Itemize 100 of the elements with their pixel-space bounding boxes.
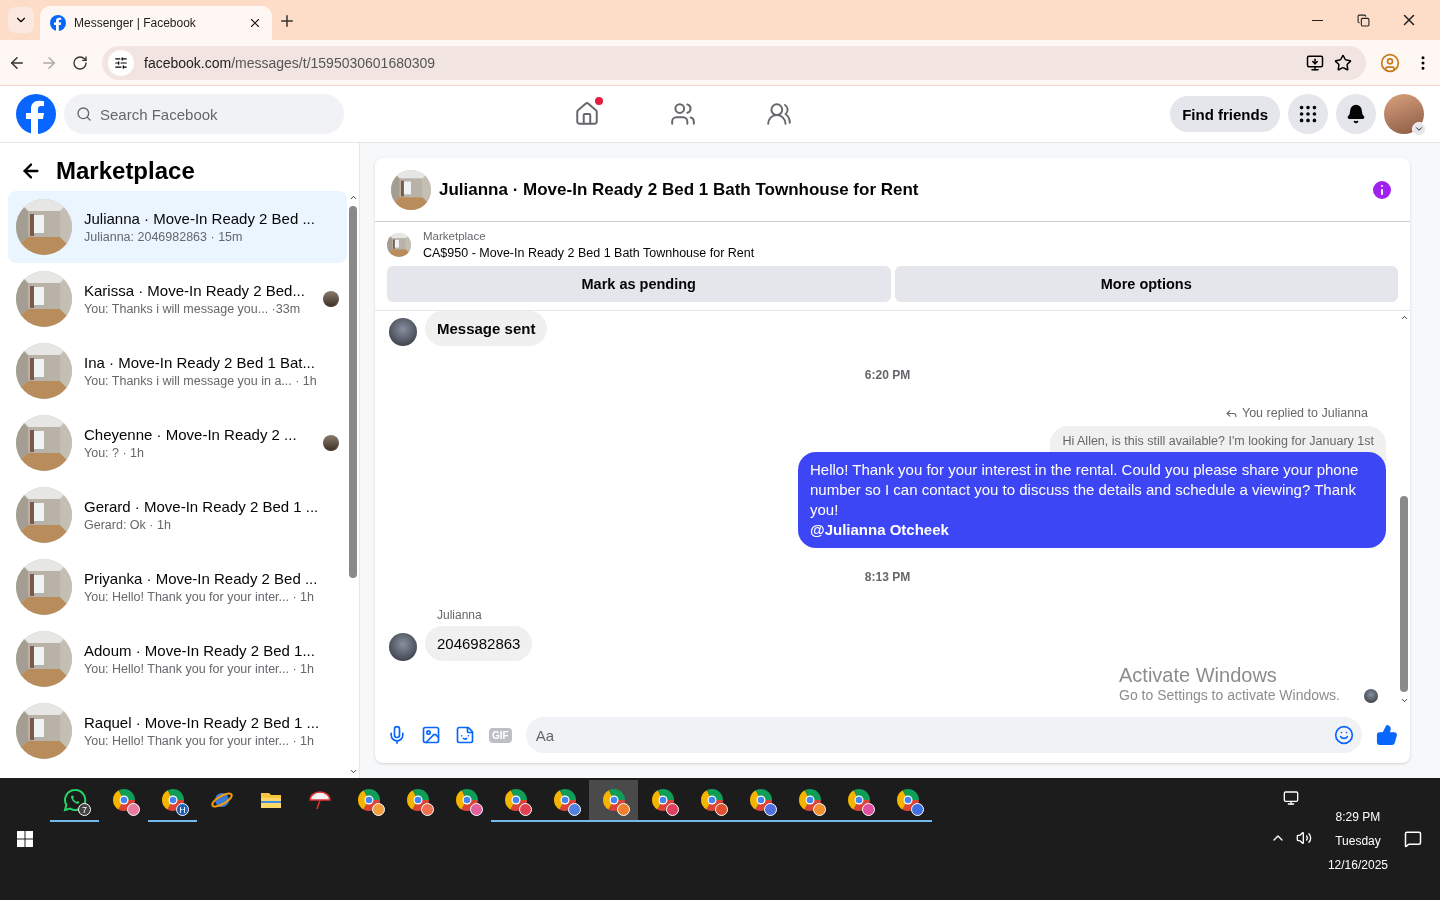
sidebar-title: Marketplace bbox=[56, 157, 195, 185]
conversation-title: Ina · Move-In Ready 2 Bed 1 Bat... bbox=[84, 354, 316, 371]
sender-avatar bbox=[389, 318, 417, 346]
taskbar-app[interactable] bbox=[589, 780, 638, 822]
clock-date: 12/16/2025 bbox=[1327, 858, 1388, 872]
plus-icon bbox=[278, 12, 296, 30]
message-text: Hello! Thank you for your interest in the rental. Could you please share your phone number so I can contact you to discuss the details and schedule a viewing? Thank you! bbox=[810, 460, 1360, 520]
browser-icon bbox=[601, 788, 626, 812]
seen-avatar bbox=[1364, 689, 1378, 703]
conversation-item[interactable]: Julianna · Move-In Ready 2 Bed ... Julianna: 2046982863 · 15m bbox=[8, 191, 347, 263]
conversation-title: Adoum · Move-In Ready 2 Bed 1... bbox=[84, 642, 316, 659]
browser-icon bbox=[111, 788, 136, 812]
scroll-up-icon[interactable] bbox=[1399, 313, 1409, 322]
browser-icon bbox=[405, 788, 430, 812]
message-bubble: 2046982863 bbox=[425, 626, 533, 661]
timestamp: 6:20 PM bbox=[864, 368, 911, 382]
profile-icon[interactable] bbox=[1380, 52, 1400, 73]
friends-button[interactable] bbox=[670, 101, 696, 127]
browser-icon bbox=[895, 788, 920, 812]
facebook-logo[interactable] bbox=[50, 15, 66, 31]
notifications-button[interactable] bbox=[1336, 94, 1376, 134]
conversation-title: Raquel · Move-In Ready 2 Bed 1 ... bbox=[84, 714, 321, 731]
browser-icon bbox=[503, 788, 528, 812]
browser-icon bbox=[699, 788, 724, 812]
profile-avatar[interactable] bbox=[1384, 94, 1424, 134]
bell-icon bbox=[1346, 104, 1366, 124]
like-icon[interactable] bbox=[1376, 724, 1398, 746]
bookmark-star-icon[interactable] bbox=[1334, 53, 1352, 72]
action-button[interactable]: More options bbox=[894, 266, 1398, 302]
activation-title: Activate Windows bbox=[1119, 664, 1278, 687]
conversation-title: Priyanka · Move-In Ready 2 Bed ... bbox=[84, 570, 319, 587]
new-tab-button[interactable] bbox=[278, 12, 296, 30]
conversation-item[interactable]: Raquel · Move-In Ready 2 Bed 1 ... You: Hello! Thank you for your inter... · 1h bbox=[8, 695, 347, 767]
find-friends-button[interactable]: Find friends bbox=[1170, 96, 1280, 132]
mention: @Julianna Otcheek bbox=[810, 520, 950, 540]
scroll-down-icon[interactable] bbox=[348, 767, 358, 776]
browser-icon bbox=[650, 788, 675, 812]
install-icon[interactable] bbox=[1306, 53, 1324, 72]
conversation-item[interactable]: Priyanka · Move-In Ready 2 Bed ... You: Hello! Thank you for your inter... · 1h bbox=[8, 551, 347, 623]
start-icon[interactable] bbox=[17, 831, 33, 847]
conversation-preview: Julianna: 2046982863 · 15m bbox=[84, 230, 244, 244]
address-bar[interactable]: facebook.com/messages/t/1595030601680309 bbox=[102, 45, 1366, 80]
umbrella-icon bbox=[307, 788, 332, 812]
conversation-item[interactable]: Karissa · Move-In Ready 2 Bed... You: Thanks i will message you... ·33m bbox=[8, 263, 347, 335]
image-icon[interactable] bbox=[421, 725, 441, 745]
caret-icon bbox=[1412, 122, 1426, 136]
tab-list-button[interactable] bbox=[8, 7, 34, 33]
scroll-up-icon[interactable] bbox=[348, 193, 358, 202]
chat-title: Julianna · Move-In Ready 2 Bed 1 Bath Townhouse for Rent bbox=[439, 179, 920, 200]
browser-icon bbox=[356, 788, 381, 812]
home-icon bbox=[574, 101, 600, 127]
notifications-icon[interactable] bbox=[1404, 830, 1422, 848]
browser-icon bbox=[160, 788, 185, 812]
network-icon[interactable] bbox=[1282, 790, 1299, 806]
app-badge: 7 bbox=[78, 803, 91, 816]
conversation-preview: You: Thanks i will message you in a... · 1h bbox=[84, 374, 318, 388]
browser-icon bbox=[552, 788, 577, 812]
browser-tab[interactable]: Messenger | Facebook bbox=[40, 6, 272, 40]
restore-icon bbox=[1356, 13, 1370, 27]
conversation-preview: You: Hello! Thank you for your inter... · 1h bbox=[84, 662, 315, 676]
reload-button[interactable] bbox=[72, 54, 88, 71]
group-icon bbox=[766, 101, 792, 127]
action-button[interactable]: Mark as pending bbox=[387, 266, 891, 302]
sticker-icon[interactable] bbox=[455, 725, 475, 745]
message-field[interactable]: Aa bbox=[525, 717, 1362, 753]
browser-icon bbox=[748, 788, 773, 812]
search-field[interactable]: Search Facebook bbox=[64, 94, 344, 134]
site-settings-button[interactable] bbox=[108, 49, 134, 76]
groups-button[interactable] bbox=[766, 101, 792, 127]
facebook-logo[interactable] bbox=[16, 94, 56, 134]
search-icon bbox=[76, 106, 92, 122]
volume-icon[interactable] bbox=[1295, 830, 1312, 846]
app-badge: H bbox=[176, 803, 189, 816]
conversation-item[interactable]: Gerard · Move-In Ready 2 Bed 1 ... Gerard: Ok · 1h bbox=[8, 479, 347, 551]
taskbar-app[interactable]: H bbox=[148, 780, 197, 822]
clock-day: Tuesday bbox=[1335, 834, 1381, 848]
chat-bubble-icon bbox=[62, 788, 87, 812]
conversation-item[interactable]: Ina · Move-In Ready 2 Bed 1 Bat... You: Thanks i will message you in a... · 1h bbox=[8, 335, 347, 407]
message-bubble: Message sent bbox=[425, 311, 548, 346]
activation-subtitle: Go to Settings to activate Windows. bbox=[1119, 687, 1340, 703]
conversation-preview: You: Thanks i will message you... ·33m bbox=[84, 302, 302, 316]
conversation-item[interactable]: Cheyenne · Move-In Ready 2 ... You: ? · 1h bbox=[8, 407, 347, 479]
conversation-title: Gerard · Move-In Ready 2 Bed 1 ... bbox=[84, 498, 320, 515]
emoji-icon[interactable] bbox=[1334, 725, 1354, 745]
conversation-preview: Gerard: Ok · 1h bbox=[84, 518, 172, 532]
scroll-down-icon[interactable] bbox=[1399, 696, 1409, 705]
conversation-preview: You: ? · 1h bbox=[84, 446, 145, 460]
taskbar-app[interactable]: 7 bbox=[50, 780, 99, 822]
close-icon[interactable] bbox=[248, 16, 262, 30]
browser-icon bbox=[846, 788, 871, 812]
browser-icon bbox=[454, 788, 479, 812]
timestamp: 8:13 PM bbox=[864, 570, 911, 584]
conversation-item[interactable]: Adoum · Move-In Ready 2 Bed 1... You: Hello! Thank you for your inter... · 1h bbox=[8, 623, 347, 695]
reload-icon bbox=[72, 54, 88, 71]
microphone-icon[interactable] bbox=[387, 725, 407, 745]
menu-grid-button[interactable] bbox=[1288, 94, 1328, 134]
minimize-icon bbox=[1311, 19, 1323, 21]
browser-icon bbox=[797, 788, 822, 812]
conversation-preview: You: Hello! Thank you for your inter... · 1h bbox=[84, 734, 315, 748]
conversation-preview: You: Hello! Thank you for your inter... · 1h bbox=[84, 590, 315, 604]
